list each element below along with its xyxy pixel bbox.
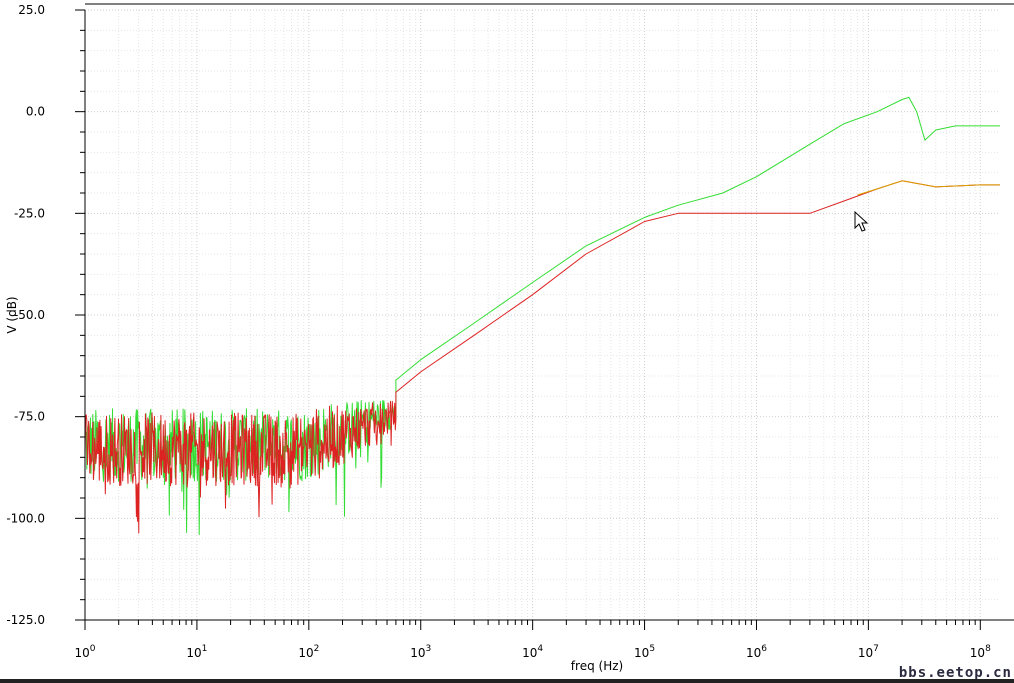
x-axis-label: freq (Hz) (571, 659, 623, 673)
y-tick-label: 25.0 (18, 3, 45, 17)
y-tick-label: -100.0 (6, 511, 45, 525)
x-tick-label: 102 (298, 644, 319, 660)
y-axis-label: V (dB) (5, 296, 19, 333)
y-tick-label: -25.0 (14, 206, 45, 220)
x-tick-label: 106 (746, 644, 767, 660)
x-tick-label: 103 (410, 644, 431, 660)
x-tick-label: 107 (858, 644, 879, 660)
x-tick-label: 108 (970, 644, 991, 660)
y-tick-label: 0.0 (26, 105, 45, 119)
bottom-border (0, 679, 1014, 683)
chart: 25.00.0-25.0-50.0-75.0-100.0-125.0100 101… (5, 3, 1014, 673)
series-layer (84, 96, 1000, 536)
x-tick-label: 100 (74, 644, 95, 660)
y-tick-label: -125.0 (6, 613, 45, 627)
mouse-cursor-icon (854, 210, 869, 232)
x-tick-label: 104 (522, 644, 543, 660)
x-tick-label: 105 (634, 644, 655, 660)
x-tick-label: 101 (186, 644, 207, 660)
grid (84, 9, 1000, 621)
y-tick-label: -75.0 (14, 410, 45, 424)
